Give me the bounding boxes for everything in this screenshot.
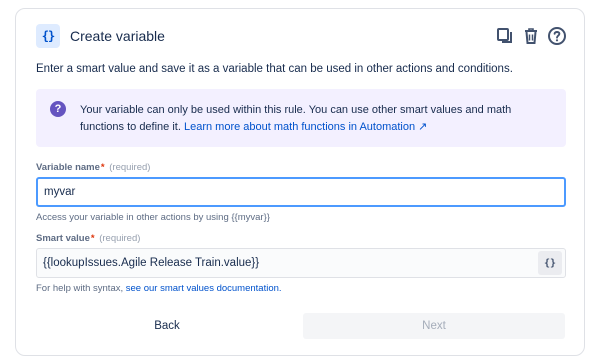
- trash-icon: [525, 28, 537, 44]
- next-button[interactable]: Next: [303, 313, 565, 339]
- copy-button[interactable]: [494, 25, 516, 47]
- required-asterisk: *: [100, 162, 105, 173]
- delete-button[interactable]: [520, 25, 542, 47]
- smart-value-label-text: Smart value: [36, 233, 90, 244]
- variable-name-label-text: Variable name: [36, 162, 100, 173]
- smart-value-label: Smart value* (required): [36, 233, 140, 244]
- smart-value-field[interactable]: {{lookupIssues.Agile Release Train.value…: [36, 248, 566, 278]
- variable-name-label: Variable name* (required): [36, 162, 150, 173]
- panel-header: {} Create variable: [36, 24, 568, 48]
- help-button[interactable]: [546, 25, 568, 47]
- dialog-description: Enter a smart value and save it as a var…: [36, 63, 513, 75]
- variable-name-help: Access your variable in other actions by…: [36, 212, 270, 223]
- copy-icon: [497, 28, 512, 43]
- back-button[interactable]: Back: [36, 313, 298, 339]
- braces-icon: {}: [36, 24, 60, 48]
- create-variable-panel: {} Create variable Enter a smart value a…: [15, 8, 585, 356]
- math-functions-link[interactable]: Learn more about math functions in Autom…: [184, 121, 427, 133]
- required-asterisk: *: [90, 233, 95, 244]
- smart-value-picker-button[interactable]: {}: [538, 251, 562, 275]
- required-hint: (required): [109, 162, 151, 173]
- info-text: Your variable can only be used within th…: [80, 102, 554, 136]
- help-circle-icon: [548, 27, 566, 45]
- panel-title: Create variable: [70, 28, 165, 44]
- smart-value-help-prefix: For help with syntax,: [36, 283, 124, 294]
- question-icon: ?: [50, 101, 66, 117]
- smart-value-help: For help with syntax, see our smart valu…: [36, 283, 282, 294]
- info-message: ? Your variable can only be used within …: [36, 89, 566, 147]
- required-hint: (required): [99, 233, 141, 244]
- smart-value-text: {{lookupIssues.Agile Release Train.value…: [43, 257, 260, 269]
- variable-name-input[interactable]: [36, 177, 566, 207]
- header-actions: [494, 25, 568, 47]
- smart-values-docs-link[interactable]: see our smart values documentation.: [126, 283, 282, 294]
